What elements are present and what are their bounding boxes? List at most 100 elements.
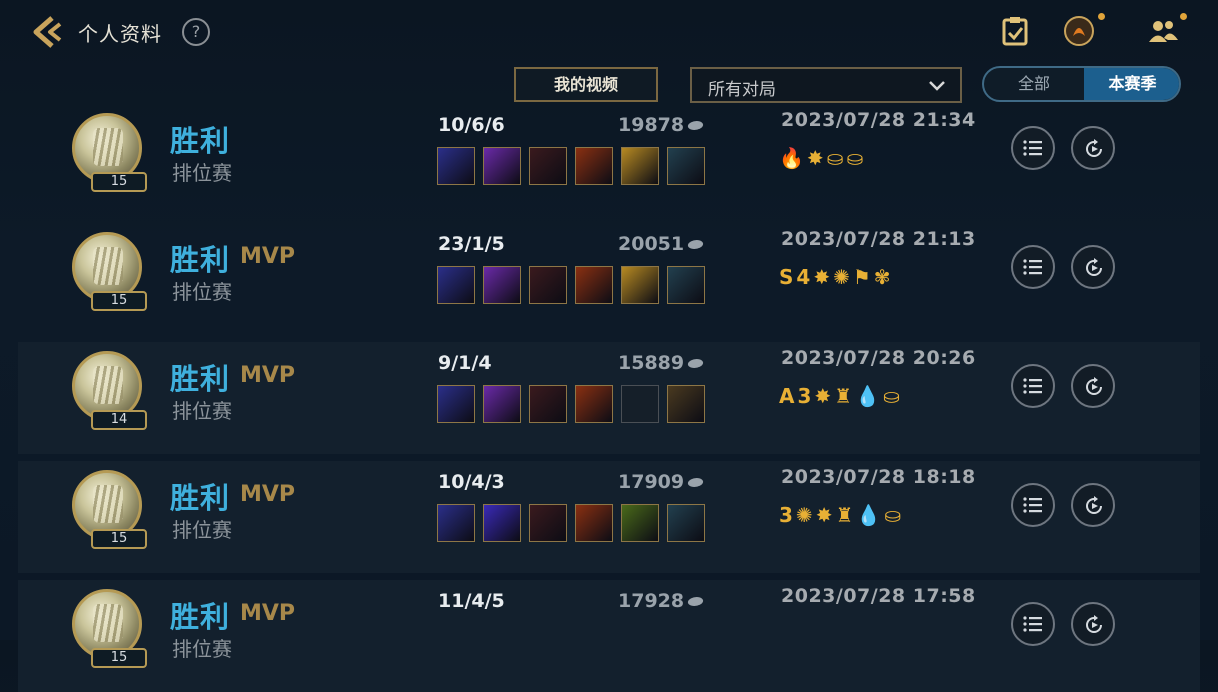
- achievement-icon: ✾: [873, 265, 891, 289]
- page-title: 个人资料: [78, 22, 162, 46]
- achievement-badges: 3 ✺ ✸ ♜ 💧 ⛀: [779, 503, 904, 529]
- item-slot[interactable]: [621, 385, 659, 423]
- task-clipboard-icon[interactable]: [998, 14, 1032, 48]
- achievement-icon: ♜: [835, 503, 854, 527]
- match-row[interactable]: 14 胜利 MVP 排位赛 9/1/4 15889 2023/07/28 20:26 A 3 ✸ ♜…: [18, 342, 1200, 454]
- item-slot[interactable]: [575, 147, 613, 185]
- replay-button[interactable]: [1071, 126, 1115, 170]
- item-slot[interactable]: [483, 385, 521, 423]
- match-details-button[interactable]: [1011, 364, 1055, 408]
- item-slot[interactable]: [529, 385, 567, 423]
- item-slot[interactable]: [667, 266, 705, 304]
- item-slot[interactable]: [621, 504, 659, 542]
- match-details-button[interactable]: [1011, 245, 1055, 289]
- gold-icon: [686, 121, 705, 130]
- achievement-icon: 💧: [855, 384, 881, 408]
- gold-icon: [686, 597, 705, 606]
- gold-value: 20051: [618, 233, 685, 255]
- match-row[interactable]: 15 胜利 MVP 排位赛 10/4/3 17909 2023/07/28 18:18 3 ✺ ✸…: [18, 461, 1200, 573]
- match-date: 2023/07/28 21:13: [781, 228, 976, 250]
- item-slot[interactable]: [437, 385, 475, 423]
- item-slot[interactable]: [437, 504, 475, 542]
- match-filter-dropdown[interactable]: 所有对局: [690, 67, 962, 103]
- gold-icon: [686, 478, 705, 487]
- list-icon: [1023, 378, 1042, 394]
- match-mode: 排位赛: [172, 399, 232, 423]
- item-slot[interactable]: [437, 266, 475, 304]
- item-slot[interactable]: [437, 147, 475, 185]
- match-row[interactable]: 15 胜利 MVP 排位赛 23/1/5 20051 2023/07/28 21:13 S 4 ✸…: [18, 223, 1200, 335]
- achievement-icon: 3: [797, 384, 812, 408]
- notification-dot: [1098, 13, 1105, 20]
- kda-value: 23/1/5: [438, 233, 505, 255]
- replay-button[interactable]: [1071, 483, 1115, 527]
- replay-button[interactable]: [1071, 364, 1115, 408]
- item-slot[interactable]: [483, 147, 521, 185]
- match-details-button[interactable]: [1011, 126, 1055, 170]
- match-result: 胜利: [170, 481, 231, 515]
- item-slot[interactable]: [667, 385, 705, 423]
- gold-value: 15889: [618, 352, 685, 374]
- achievement-icon: ♜: [834, 384, 853, 408]
- item-slot[interactable]: [575, 504, 613, 542]
- replay-button[interactable]: [1071, 602, 1115, 646]
- achievement-icon: S: [779, 265, 794, 289]
- match-date: 2023/07/28 18:18: [781, 466, 976, 488]
- item-slot[interactable]: [575, 385, 613, 423]
- item-slot[interactable]: [667, 147, 705, 185]
- gold-icon: [686, 240, 705, 249]
- item-slot[interactable]: [529, 147, 567, 185]
- achievement-icon: ⛀: [826, 146, 844, 170]
- season-toggle[interactable]: 全部 本赛季: [982, 66, 1181, 102]
- mvp-label: MVP: [240, 244, 296, 269]
- item-slot[interactable]: [529, 504, 567, 542]
- achievement-icon: ⛀: [884, 503, 902, 527]
- replay-button[interactable]: [1071, 245, 1115, 289]
- hero-level-badge: 15: [91, 648, 147, 668]
- achievement-icon: 3: [779, 503, 793, 527]
- chevron-down-icon: [929, 81, 945, 91]
- match-row[interactable]: 15 胜利 MVP 排位赛 11/4/5 17928 2023/07/28 17:58: [18, 580, 1200, 692]
- match-mode: 排位赛: [172, 518, 232, 542]
- profile-avatar-icon[interactable]: [1062, 14, 1096, 48]
- replay-icon: [1086, 139, 1102, 157]
- achievement-icon: 💧: [856, 503, 882, 527]
- hero-level-badge: 14: [91, 410, 147, 430]
- item-slot[interactable]: [667, 504, 705, 542]
- toggle-this-season[interactable]: 本赛季: [1084, 68, 1179, 100]
- match-result: 胜利: [170, 362, 231, 396]
- list-icon: [1023, 259, 1042, 275]
- achievement-icon: ✸: [815, 503, 833, 527]
- match-date: 2023/07/28 17:58: [781, 585, 976, 607]
- back-chevron-icon[interactable]: [30, 14, 66, 50]
- item-slot[interactable]: [575, 266, 613, 304]
- match-filter-value: 所有对局: [708, 80, 776, 100]
- match-details-button[interactable]: [1011, 602, 1055, 646]
- replay-icon: [1086, 377, 1102, 395]
- item-slot[interactable]: [483, 266, 521, 304]
- toggle-all[interactable]: 全部: [984, 68, 1084, 100]
- kda-value: 10/4/3: [438, 471, 505, 493]
- item-slot[interactable]: [529, 266, 567, 304]
- item-slot[interactable]: [621, 266, 659, 304]
- my-videos-button[interactable]: 我的视频: [514, 67, 658, 102]
- achievement-icon: ⛀: [846, 146, 864, 170]
- item-slot[interactable]: [621, 147, 659, 185]
- achievement-badges: 🔥 ✸ ⛀ ⛀: [779, 146, 866, 172]
- notification-dot: [1180, 13, 1187, 20]
- achievement-icon: A: [779, 384, 795, 408]
- achievement-badges: S 4 ✸ ✺ ⚑ ✾: [779, 265, 894, 291]
- mvp-label: MVP: [240, 482, 296, 507]
- mvp-label: MVP: [240, 363, 296, 388]
- help-icon[interactable]: ?: [182, 18, 210, 46]
- match-mode: 排位赛: [172, 280, 232, 304]
- friends-icon[interactable]: [1146, 14, 1180, 48]
- item-slot[interactable]: [483, 504, 521, 542]
- achievement-icon: ⛀: [883, 384, 900, 408]
- match-row[interactable]: 15 胜利 排位赛 10/6/6 19878 2023/07/28 21:34 🔥 ✸ ⛀ ⛀: [18, 104, 1200, 216]
- list-icon: [1023, 140, 1042, 156]
- list-icon: [1023, 497, 1042, 513]
- match-mode: 排位赛: [172, 637, 232, 661]
- gold-icon: [686, 359, 705, 368]
- match-details-button[interactable]: [1011, 483, 1055, 527]
